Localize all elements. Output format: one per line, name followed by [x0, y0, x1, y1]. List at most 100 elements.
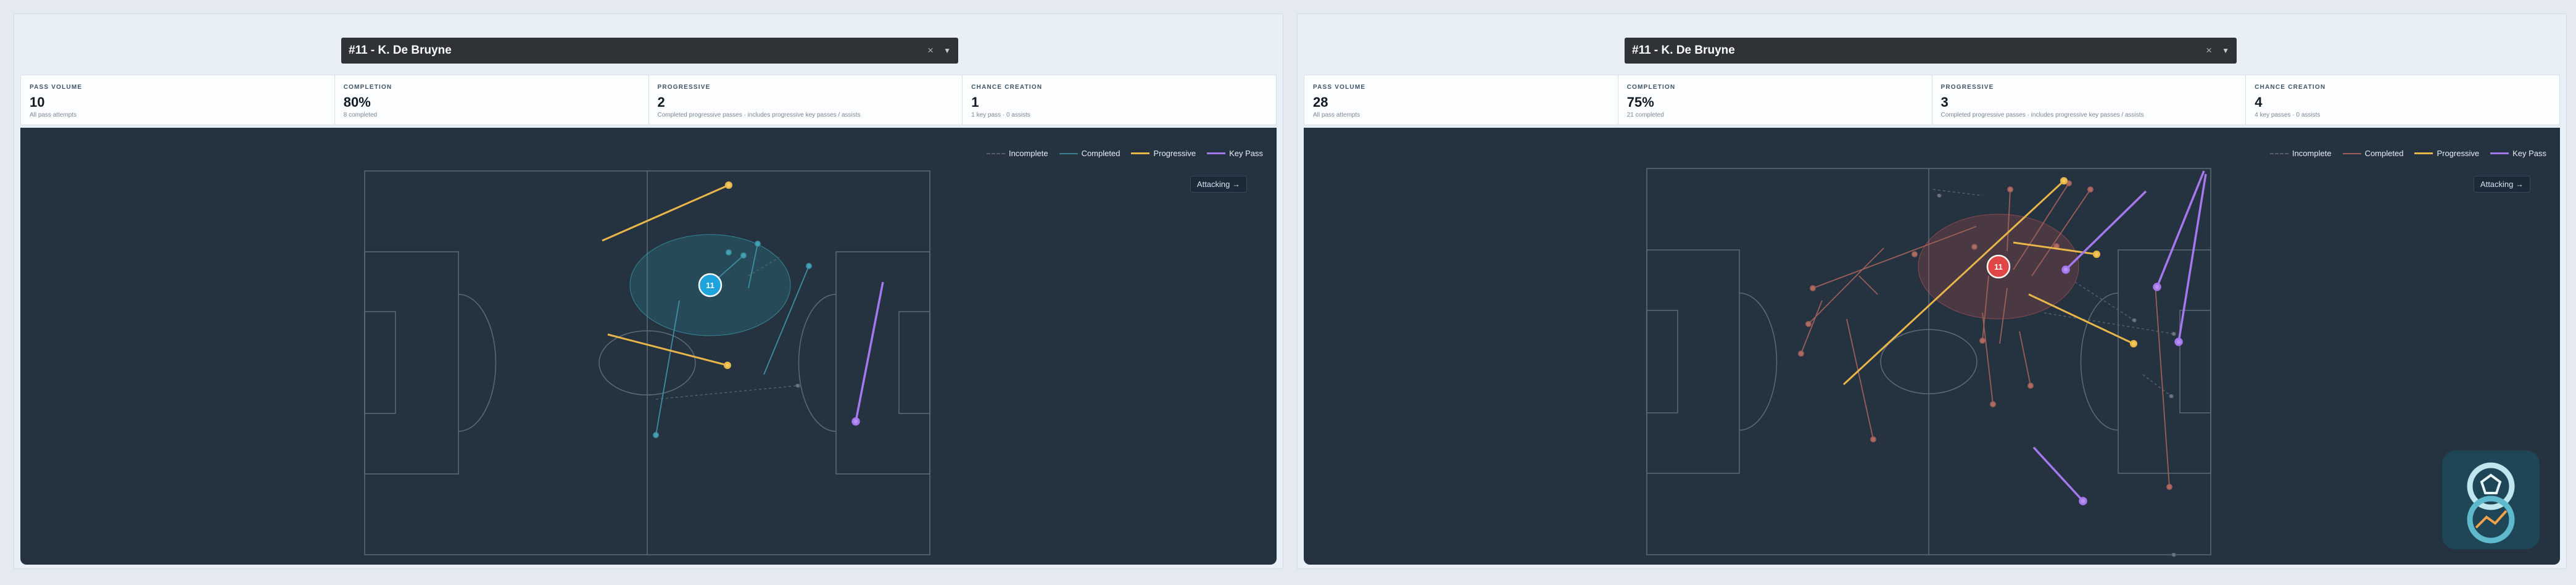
legend-label: Progressive [1153, 149, 1196, 158]
pass-completed [1982, 312, 1994, 405]
stat-progressive: PROGRESSIVE 3 Completed progressive pass… [1931, 75, 2246, 125]
left-penalty-arc [458, 294, 497, 432]
pass-end-dot [2061, 265, 2070, 274]
pass-end-dot [1937, 193, 1942, 198]
legend-progressive: Progressive [2414, 149, 2479, 158]
legend-label: Completed [2364, 149, 2404, 158]
pass-end-dot [755, 241, 761, 247]
stat-pass-volume: PASS VOLUME 28 All pass attempts [1304, 75, 1618, 125]
legend-label: Completed [1081, 149, 1120, 158]
stat-value: 3 [1940, 94, 1949, 110]
pass-completed [1846, 318, 1874, 440]
player-marker-number: 11 [1994, 262, 2003, 272]
pass-end-dot [795, 383, 800, 388]
pass-end-dot [1870, 436, 1876, 442]
stat-sub: 8 completed [343, 112, 378, 118]
stat-sub: All pass attempts [30, 112, 77, 118]
legend-incomplete: Incomplete [2269, 149, 2332, 158]
pass-map-pitch: 11 Incomplete Completed Progressive Key … [1304, 128, 2560, 565]
pass-progressive [607, 333, 728, 367]
legend-swatch [1207, 152, 1226, 154]
right-penalty-box [2118, 249, 2211, 474]
legend-label: Key Pass [2512, 149, 2546, 158]
pass-end-dot [806, 263, 812, 269]
stats-bar: PASS VOLUME 28 All pass attempts COMPLET… [1304, 75, 2560, 125]
pass-progressive [602, 184, 729, 242]
pass-end-dot [2171, 552, 2176, 557]
legend-key-pass: Key Pass [2490, 149, 2546, 158]
pass-key [2032, 446, 2084, 502]
stat-chance-creation: CHANCE CREATION 1 1 key pass · 0 assists [962, 75, 1276, 125]
pass-key [855, 281, 884, 422]
stat-label: COMPLETION [1626, 84, 1676, 91]
legend-swatch [986, 152, 1005, 154]
stat-completion: COMPLETION 75% 21 completed [1617, 75, 1932, 125]
legend-swatch [1131, 152, 1150, 154]
legend-label: Incomplete [1008, 149, 1048, 158]
chevron-down-icon[interactable]: ▼ [2222, 46, 2229, 55]
pass-end-dot [1971, 244, 1978, 250]
pass-completed [2155, 284, 2170, 487]
legend: Incomplete Completed Progressive Key Pas… [2269, 149, 2546, 158]
pass-incomplete [2044, 312, 2174, 334]
stat-value: 2 [657, 94, 665, 110]
pass-end-dot [1805, 321, 1812, 327]
pass-end-dot [2079, 497, 2087, 505]
pass-end-dot [2132, 318, 2137, 323]
clear-icon[interactable]: × [927, 44, 934, 57]
right-penalty-arc [798, 294, 837, 432]
attacking-direction-button[interactable]: Attacking → [1190, 176, 1247, 193]
player-select[interactable]: #11 - K. De Bruyne × ▼ [341, 38, 958, 64]
legend-label: Incomplete [2292, 149, 2332, 158]
legend-progressive: Progressive [1131, 149, 1196, 158]
chevron-down-icon[interactable]: ▼ [943, 46, 951, 55]
stat-sub: 21 completed [1626, 112, 1664, 118]
legend-completed: Completed [2342, 149, 2404, 158]
legend-swatch [2269, 152, 2288, 154]
pass-end-dot [2166, 484, 2172, 490]
stat-label: PROGRESSIVE [657, 84, 711, 91]
clear-icon[interactable]: × [2206, 44, 2212, 57]
pitch-drawing: 11 [1646, 168, 2211, 557]
right-six-yard-box [898, 311, 930, 414]
pass-map-panel-right: #11 - K. De Bruyne × ▼ PASS VOLUME 28 Al… [1297, 14, 2567, 569]
legend-key-pass: Key Pass [1207, 149, 1263, 158]
pass-end-dot [2093, 251, 2100, 258]
pass-end-dot [2007, 186, 2013, 193]
right-six-yard-box [2179, 310, 2211, 413]
stat-label: PROGRESSIVE [1940, 84, 1994, 91]
pass-end-dot [2153, 283, 2161, 291]
player-select[interactable]: #11 - K. De Bruyne × ▼ [1625, 38, 2237, 64]
legend: Incomplete Completed Progressive Key Pas… [986, 149, 1263, 158]
pass-end-dot [2130, 340, 2137, 347]
stat-value: 4 [2255, 94, 2263, 110]
stat-label: PASS VOLUME [30, 84, 83, 91]
attacking-direction-button[interactable]: Attacking → [2473, 176, 2530, 193]
left-penalty-box [364, 251, 459, 475]
player-select-value: #11 - K. De Bruyne [349, 44, 452, 57]
right-penalty-arc [2080, 292, 2119, 431]
pass-end-dot [2060, 177, 2068, 185]
pass-incomplete [2142, 374, 2172, 397]
pass-end-dot [2169, 394, 2174, 399]
legend-swatch [2414, 152, 2433, 154]
stats-bar: PASS VOLUME 10 All pass attempts COMPLET… [20, 75, 1277, 125]
pass-map-pitch: 11 Incomplete Completed Progressive Key … [20, 128, 1277, 565]
pass-incomplete [2074, 281, 2135, 321]
stat-label: PASS VOLUME [1313, 84, 1366, 91]
pass-end-dot [1990, 401, 1996, 407]
stat-progressive: PROGRESSIVE 2 Completed progressive pass… [648, 75, 963, 125]
legend-completed: Completed [1059, 149, 1120, 158]
stat-sub: Completed progressive passes · includes … [657, 112, 861, 118]
pass-end-dot [653, 432, 659, 438]
pass-end-dot [1979, 338, 1986, 344]
legend-swatch [2490, 152, 2509, 154]
stat-value: 1 [971, 94, 979, 110]
stat-completion: COMPLETION 80% 8 completed [334, 75, 648, 125]
left-penalty-box [1646, 249, 1740, 474]
left-six-yard-box [364, 311, 396, 414]
logo-drawing [2467, 462, 2515, 544]
pass-end-dot [1810, 285, 1816, 291]
pass-end-dot [2087, 186, 2094, 193]
stat-value: 80% [343, 94, 371, 110]
